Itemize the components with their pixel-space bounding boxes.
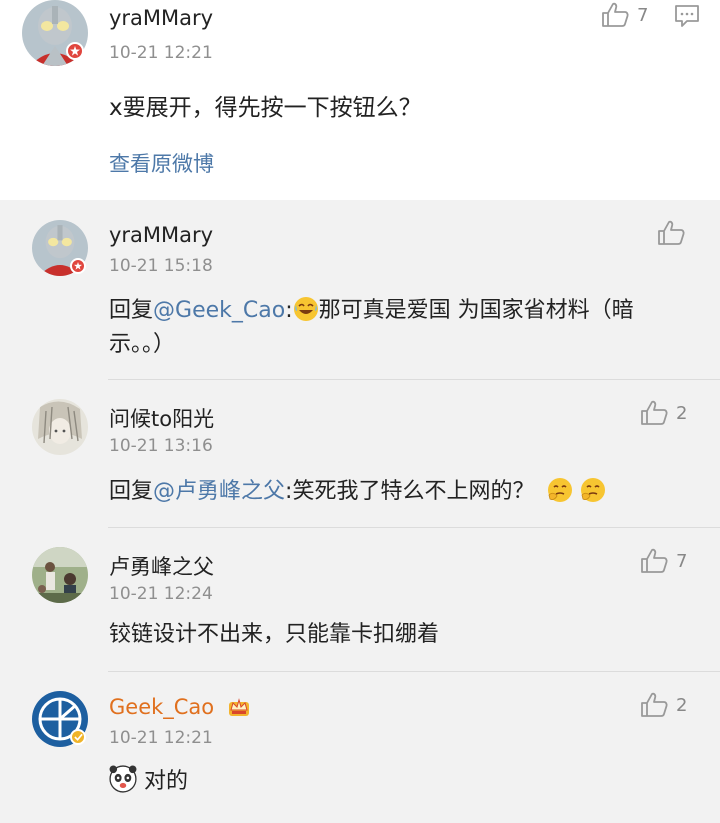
mention-link[interactable]: @卢勇峰之父 (153, 479, 285, 504)
reply-avatar[interactable] (32, 691, 88, 747)
reply-avatar[interactable] (32, 220, 88, 276)
vip-crown-icon (228, 698, 249, 716)
reply-like-count: 7 (676, 550, 688, 572)
reply-time: 10-21 15:18 (109, 256, 213, 276)
thinking-emoji-icon (548, 478, 573, 502)
reply-username[interactable]: 卢勇峰之父 (109, 551, 214, 581)
red-badge-icon (70, 258, 86, 274)
reply-like-count: 2 (676, 402, 688, 424)
reply-item: 卢勇峰之父 10-21 12:24 7 铰链设计不出来，只能靠卡扣绷着 (0, 528, 720, 672)
reply-prefix: 回复 (109, 479, 154, 504)
red-badge-icon (66, 42, 84, 60)
reply-time: 10-21 12:21 (109, 728, 213, 748)
main-post-avatar[interactable] (22, 0, 88, 66)
panda-emoji-icon (109, 765, 137, 793)
thumbs-up-icon (641, 548, 668, 573)
reply-text-line2: 示。。） (109, 332, 176, 357)
reply-item: 问候to阳光 10-21 13:16 2 回复@卢勇峰之父:笑死我了特么不上网的… (0, 380, 720, 528)
thumbs-up-icon (641, 400, 668, 425)
reply-like-button[interactable]: 2 (640, 400, 687, 426)
colon: : (285, 298, 293, 323)
reply-text-content: 对的 (144, 769, 189, 794)
reply-text: 铰链设计不出来，只能靠卡扣绷着 (109, 622, 440, 647)
view-original-link[interactable]: 查看原微博 (109, 148, 214, 178)
reply-text-content: 笑死我了特么不上网的？ (292, 479, 535, 504)
thumbs-up-icon (658, 220, 685, 245)
laugh-cry-emoji-icon (293, 297, 318, 321)
verified-badge-icon (70, 729, 86, 745)
reply-text-line1: 那可真是爱国 为国家省材料（暗 (318, 298, 634, 323)
thumbs-up-icon (602, 2, 629, 27)
reply-username[interactable]: Geek_Cao (109, 695, 251, 719)
reply-item: Geek_Cao 10-21 12:21 2 对的 (0, 672, 720, 823)
main-post-like-count: 7 (637, 4, 649, 26)
reply-like-button[interactable]: 2 (640, 692, 687, 718)
thumbs-up-icon (641, 692, 668, 717)
main-post-time: 10-21 12:21 (109, 43, 213, 63)
thinking-emoji-icon (581, 478, 606, 502)
reply-avatar[interactable] (32, 547, 88, 603)
reply-username-text: Geek_Cao (109, 695, 215, 719)
mention-link[interactable]: @Geek_Cao (153, 298, 285, 323)
main-post: yraMMary 10-21 12:21 7 x要展开，得先按一下按钮么？ 查看… (0, 0, 720, 200)
reply-like-button[interactable] (657, 220, 685, 246)
reply-like-count: 2 (676, 694, 688, 716)
reply-time: 10-21 13:16 (109, 436, 213, 456)
reply-like-button[interactable]: 7 (640, 548, 687, 574)
reply-text: 回复@Geek_Cao: 那可真是爱国 为国家省材料（暗示。。） (109, 294, 689, 362)
main-post-username[interactable]: yraMMary (109, 6, 213, 30)
reply-avatar[interactable] (32, 399, 88, 455)
reply-prefix: 回复 (109, 298, 154, 323)
reply-text: 回复@卢勇峰之父:笑死我了特么不上网的？ (109, 475, 709, 509)
reply-item: yraMMary 10-21 15:18 回复@Geek_Cao: 那可真是爱国 … (0, 200, 720, 380)
reply-time: 10-21 12:24 (109, 584, 213, 604)
comment-icon[interactable] (674, 4, 700, 32)
main-post-like-button[interactable]: 7 (601, 2, 648, 28)
reply-username[interactable]: yraMMary (109, 223, 213, 247)
reply-text: 对的 (109, 765, 709, 799)
main-post-text: x要展开，得先按一下按钮么？ (109, 95, 422, 121)
reply-username[interactable]: 问候to阳光 (109, 403, 214, 433)
